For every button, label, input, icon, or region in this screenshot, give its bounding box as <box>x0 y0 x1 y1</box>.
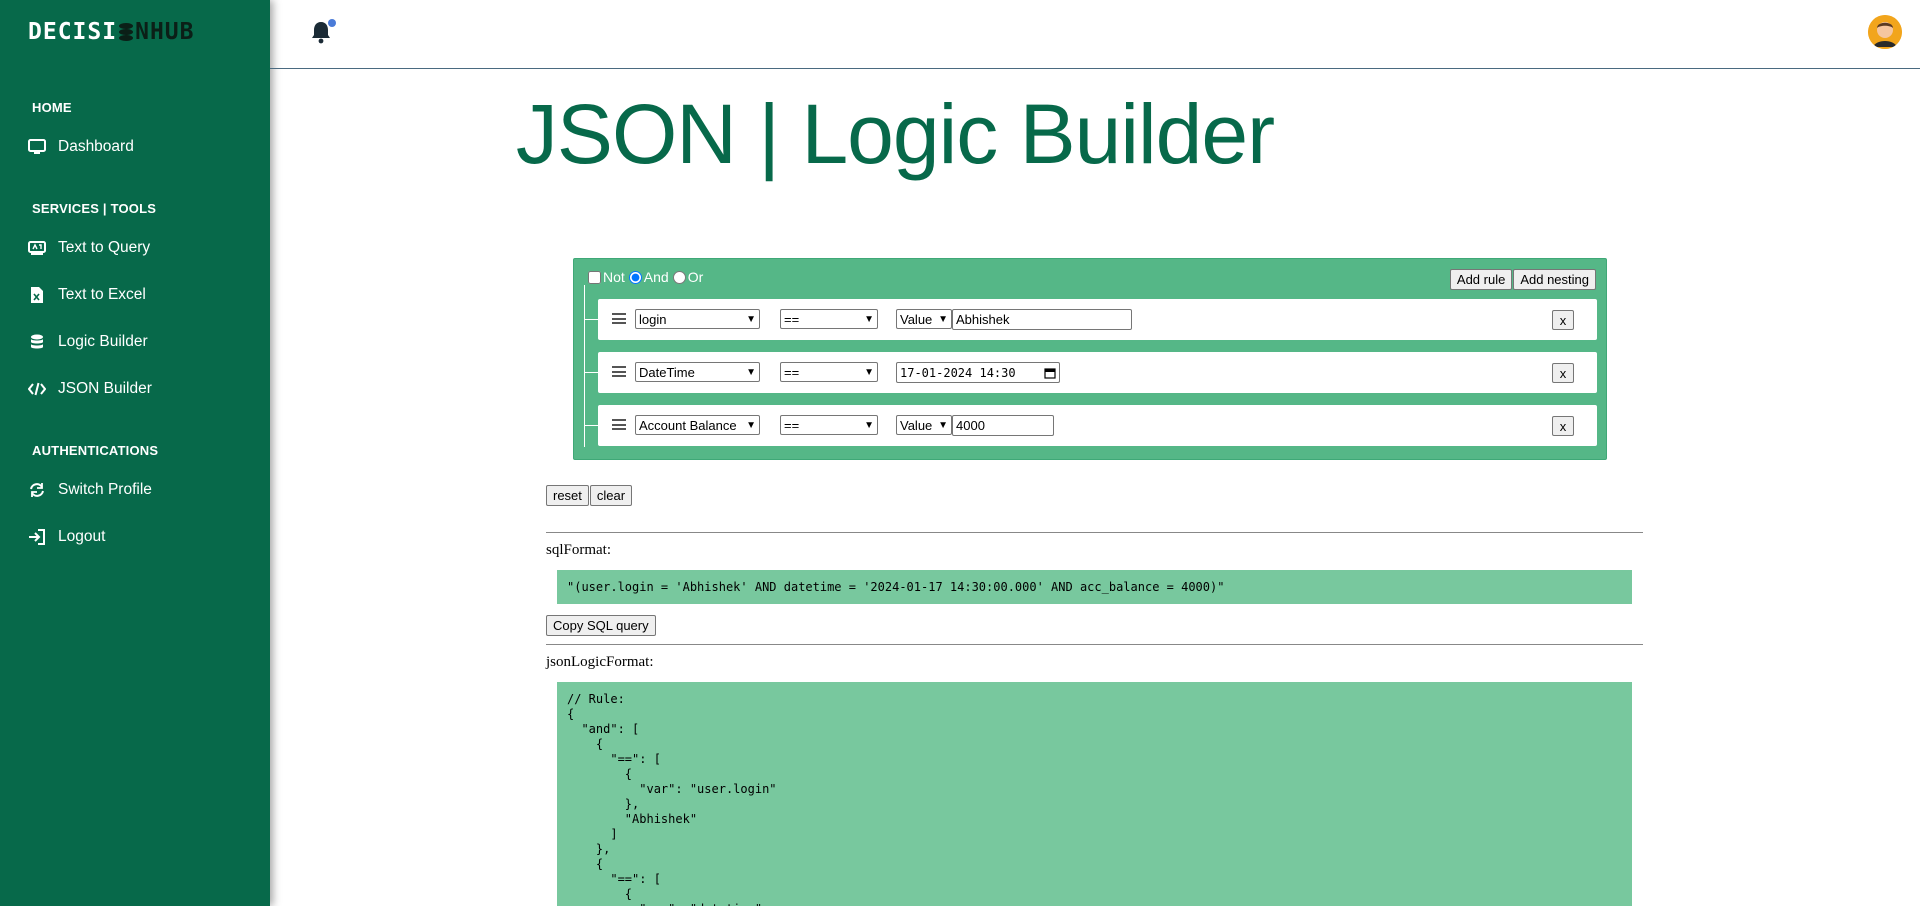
sidebar-item-label: Text to Excel <box>58 286 146 303</box>
sidebar-item-label: Text to Query <box>58 239 151 256</box>
rule-row: login ▼ == ▼ Value ▼ Abhishek x <box>584 299 1597 340</box>
switch-icon <box>30 483 44 497</box>
and-label: And <box>643 269 669 285</box>
reset-button[interactable]: reset <box>546 485 589 506</box>
notification-dot <box>328 19 336 27</box>
divider <box>546 644 1643 645</box>
query-icon <box>28 241 46 255</box>
operator-select[interactable]: == ▼ <box>780 362 878 382</box>
not-label: Not <box>603 269 625 285</box>
datetime-input[interactable]: 17-01-2024 14:30 <box>896 362 1060 383</box>
logout-icon <box>29 529 45 545</box>
chevron-down-icon: ▼ <box>864 419 874 431</box>
copy-sql-button[interactable]: Copy SQL query <box>546 615 656 636</box>
json-logic-output: // Rule: { "and": [ { "==": [ { "var": "… <box>557 682 1632 906</box>
remove-rule-button[interactable]: x <box>1552 416 1574 436</box>
and-radio[interactable] <box>628 270 642 284</box>
value-source-select[interactable]: Value ▼ <box>896 415 952 435</box>
or-radio[interactable] <box>672 270 686 284</box>
sidebar-item-text-to-query[interactable]: Text to Query <box>28 233 150 263</box>
json-logic-code: // Rule: { "and": [ { "==": [ { "var": "… <box>567 692 777 906</box>
operator-select[interactable]: == ▼ <box>780 309 878 329</box>
logo-stack-icon <box>119 23 134 41</box>
clear-button[interactable]: clear <box>589 485 633 506</box>
chevron-down-icon: ▼ <box>938 313 948 325</box>
field-select[interactable]: DateTime ▼ <box>635 362 760 382</box>
sidebar-item-label: JSON Builder <box>58 380 152 397</box>
or-label: Or <box>687 269 704 285</box>
field-select[interactable]: login ▼ <box>635 309 760 329</box>
tree-line <box>584 285 599 447</box>
not-checkbox[interactable] <box>588 270 601 284</box>
brand-logo[interactable]: DECISI NHUB <box>28 19 195 45</box>
value-input[interactable]: 4000 <box>952 415 1054 436</box>
database-icon <box>31 334 43 349</box>
value-input[interactable]: Abhishek <box>952 309 1132 330</box>
query-builder: Not And Or Add rule Add nesting login ▼ =… <box>573 258 1607 460</box>
value-source-select[interactable]: Value ▼ <box>896 309 952 329</box>
sidebar-item-text-to-excel[interactable]: Text to Excel <box>28 280 146 310</box>
operator-select[interactable]: == ▼ <box>780 415 878 435</box>
sidebar-item-switch-profile[interactable]: Switch Profile <box>28 475 152 505</box>
calendar-icon[interactable] <box>1044 367 1056 379</box>
chevron-down-icon: ▼ <box>864 366 874 378</box>
brand-text-3: HUB <box>149 19 195 45</box>
divider <box>546 532 1643 533</box>
field-select[interactable]: Account Balance ▼ <box>635 415 760 435</box>
chevron-down-icon: ▼ <box>938 419 948 431</box>
rule-row: Account Balance ▼ == ▼ Value ▼ 4000 x <box>584 405 1597 446</box>
drag-handle-icon[interactable] <box>612 419 626 430</box>
group-conjunctions: Not And Or <box>588 269 707 285</box>
top-bar <box>270 0 1920 69</box>
sidebar-item-label: Switch Profile <box>58 481 152 498</box>
drag-handle-icon[interactable] <box>612 313 626 324</box>
sidebar-item-logout[interactable]: Logout <box>28 522 105 552</box>
chevron-down-icon: ▼ <box>746 419 756 431</box>
sql-output: "(user.login = 'Abhishek' AND datetime =… <box>557 570 1632 604</box>
code-icon <box>28 382 46 396</box>
brand-text-1: DECISI <box>28 19 118 45</box>
rule-row: DateTime ▼ == ▼ 17-01-2024 14:30 x <box>584 352 1597 393</box>
page-title: JSON | Logic Builder <box>515 87 1275 181</box>
sidebar-item-logic-builder[interactable]: Logic Builder <box>28 327 148 357</box>
section-services-title: SERVICES | TOOLS <box>32 201 157 216</box>
chevron-down-icon: ▼ <box>864 313 874 325</box>
chevron-down-icon: ▼ <box>746 366 756 378</box>
remove-rule-button[interactable]: x <box>1552 363 1574 383</box>
sidebar-item-label: Logout <box>58 528 106 545</box>
add-nesting-button[interactable]: Add nesting <box>1513 269 1596 290</box>
chevron-down-icon: ▼ <box>746 313 756 325</box>
section-auth-title: AUTHENTICATIONS <box>32 443 159 458</box>
avatar-icon <box>1868 15 1902 49</box>
avatar[interactable] <box>1868 15 1902 49</box>
sidebar-item-label: Logic Builder <box>58 333 148 350</box>
remove-rule-button[interactable]: x <box>1552 310 1574 330</box>
excel-icon <box>31 287 43 303</box>
sql-format-label: sqlFormat: <box>546 542 612 558</box>
json-logic-format-label: jsonLogicFormat: <box>546 654 654 670</box>
sidebar-item-json-builder[interactable]: JSON Builder <box>28 374 152 404</box>
brand-text-2: N <box>135 19 150 45</box>
drag-handle-icon[interactable] <box>612 366 626 377</box>
add-rule-button[interactable]: Add rule <box>1449 269 1513 290</box>
